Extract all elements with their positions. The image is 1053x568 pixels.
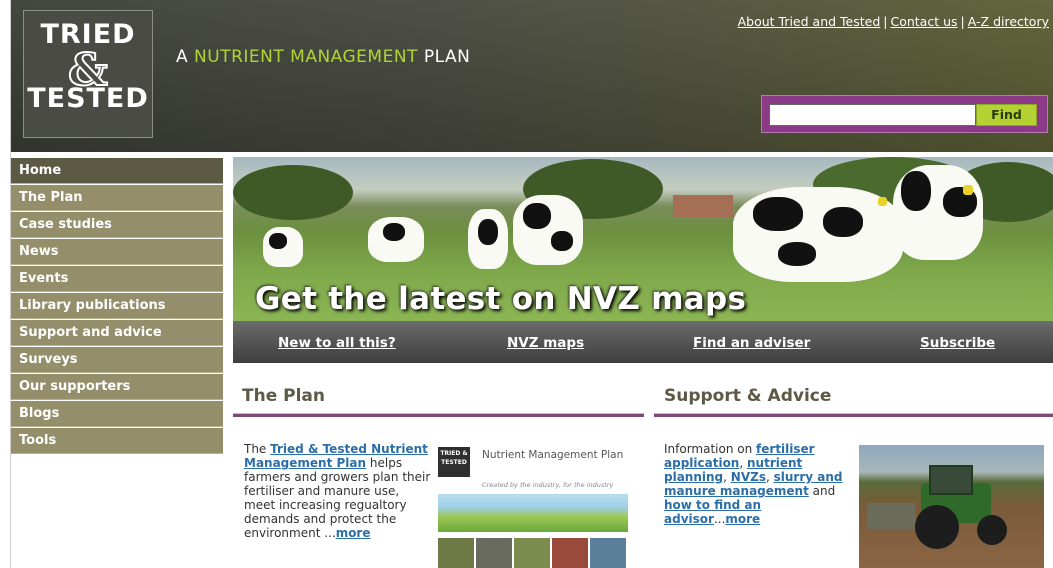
link-separator: | (883, 14, 888, 29)
plan-description: The Tried & Tested Nutrient Management P… (244, 442, 434, 540)
find-an-adviser-link[interactable]: Find an adviser (693, 335, 810, 351)
support-sep: , (739, 456, 747, 470)
hero-banner[interactable]: Get the latest on NVZ maps (233, 157, 1053, 321)
brochure-photo (514, 538, 550, 568)
brochure-wave-graphic (438, 494, 628, 532)
nav-item-news[interactable]: News (11, 239, 223, 265)
nvzs-link[interactable]: NVZs (731, 470, 766, 484)
section-divider (233, 413, 644, 417)
support-section-title: Support & Advice (664, 386, 832, 406)
plan-text-prefix: The (244, 442, 271, 456)
nav-item-blogs[interactable]: Blogs (11, 401, 223, 427)
sidebar-nav: Home The Plan Case studies News Events L… (11, 158, 223, 455)
nav-item-support-and-advice[interactable]: Support and advice (11, 320, 223, 346)
link-separator: | (960, 14, 965, 29)
support-sep: and (808, 484, 836, 498)
nav-item-our-supporters[interactable]: Our supporters (11, 374, 223, 400)
brochure-title: Nutrient Management Plan (482, 449, 624, 461)
search-input[interactable] (769, 104, 976, 126)
plan-section-title: The Plan (242, 386, 326, 406)
ear-tag (878, 197, 887, 206)
subscribe-link[interactable]: Subscribe (920, 335, 995, 351)
az-directory-link[interactable]: A-Z directory (968, 14, 1049, 29)
new-to-all-this-link[interactable]: New to all this? (278, 335, 396, 351)
search-box: Find (761, 95, 1048, 133)
section-divider (654, 413, 1053, 417)
about-link[interactable]: About Tried and Tested (738, 14, 881, 29)
brochure-photo (476, 538, 512, 568)
nvz-maps-link[interactable]: NVZ maps (507, 335, 584, 351)
cow-spot (478, 219, 498, 245)
contact-link[interactable]: Contact us (890, 14, 957, 29)
tagline-part2: NUTRIENT MANAGEMENT (194, 47, 418, 67)
brochure-subtitle: Created by the industry, for the industr… (482, 481, 614, 489)
nav-item-library-publications[interactable]: Library publications (11, 293, 223, 319)
logo-line3: TESTED (27, 83, 149, 114)
brochure-logo: TRIED & TESTED (438, 447, 470, 477)
support-sep: , (765, 470, 774, 484)
support-description: Information on fertiliser application, n… (664, 442, 854, 526)
hero-title[interactable]: Get the latest on NVZ maps (255, 281, 746, 317)
cow-image (513, 195, 583, 265)
site-logo[interactable]: TRIED & TESTED (23, 10, 153, 138)
nav-item-surveys[interactable]: Surveys (11, 347, 223, 373)
page-frame: TRIED & TESTED A NUTRIENT MANAGEMENT PLA… (10, 0, 1053, 568)
nav-item-tools[interactable]: Tools (11, 428, 223, 454)
support-sep: , (723, 470, 731, 484)
cow-spot (269, 233, 287, 249)
tractor-photo[interactable] (859, 445, 1044, 568)
plan-more-link[interactable]: more (336, 526, 371, 540)
brochure-photo (590, 538, 626, 568)
nav-item-home[interactable]: Home (11, 158, 223, 184)
nav-item-events[interactable]: Events (11, 266, 223, 292)
nav-item-case-studies[interactable]: Case studies (11, 212, 223, 238)
cow-spot (753, 197, 803, 231)
cow-spot (823, 207, 863, 237)
cow-spot (383, 223, 405, 241)
nav-item-the-plan[interactable]: The Plan (11, 185, 223, 211)
support-ellipsis: ... (713, 512, 726, 526)
brochure-photo (438, 538, 474, 568)
find-button[interactable]: Find (976, 104, 1037, 126)
tractor-wheel (977, 515, 1007, 545)
brochure-photo (552, 538, 588, 568)
cow-spot (523, 203, 551, 229)
plan-brochure-image[interactable]: TRIED & TESTED Nutrient Management Plan … (438, 441, 628, 568)
cow-spot (778, 242, 816, 266)
hero-link-bar: New to all this? NVZ maps Find an advise… (233, 321, 1053, 363)
support-more-link[interactable]: more (725, 512, 760, 526)
tractor-cab (929, 465, 973, 495)
farm-building (673, 195, 733, 217)
cow-spot (901, 171, 931, 211)
tagline-part1: A (176, 47, 195, 67)
cow-spot (551, 231, 573, 251)
support-text-prefix: Information on (664, 442, 757, 456)
hero-tree (233, 165, 353, 220)
site-tagline: A NUTRIENT MANAGEMENT PLAN (176, 47, 470, 67)
top-links: About Tried and Tested | Contact us | A-Z di… (738, 14, 1049, 29)
tagline-part3: PLAN (417, 47, 471, 67)
ear-tag (963, 185, 973, 195)
spreader (867, 503, 915, 529)
tractor-wheel (915, 505, 959, 549)
brochure-photo-strip (438, 538, 628, 568)
